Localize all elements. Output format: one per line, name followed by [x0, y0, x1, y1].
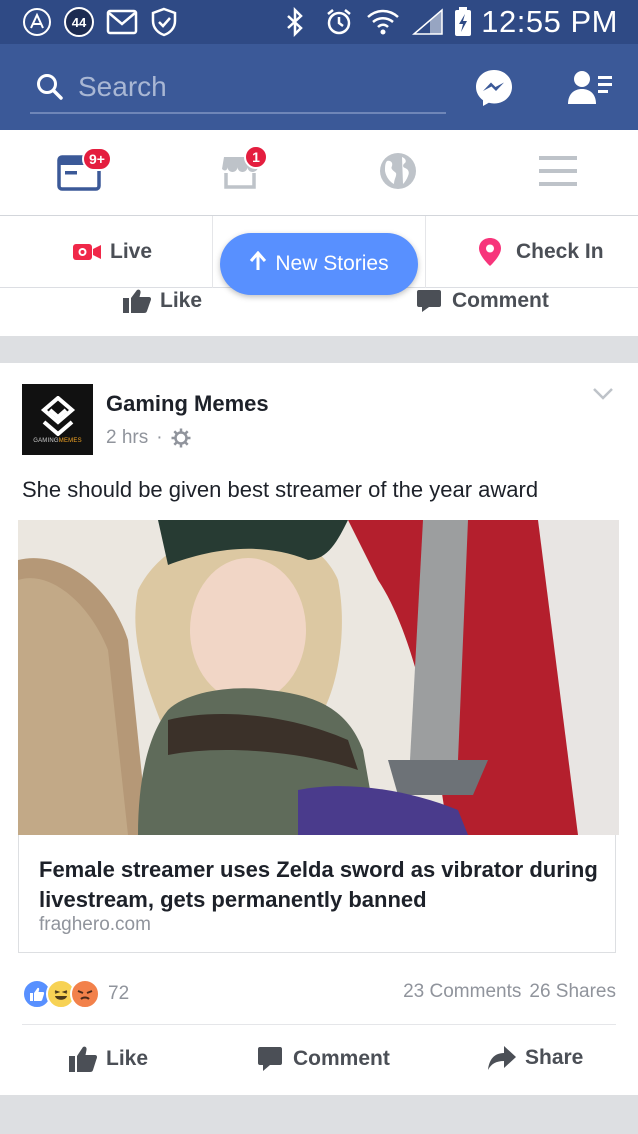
notification-count-icon: 44	[64, 6, 94, 38]
meta-separator: ·	[156, 427, 163, 448]
link-domain: fraghero.com	[39, 914, 151, 935]
engagement-counts: 23 Comments 26 Shares	[403, 981, 616, 1003]
public-gear-icon	[171, 428, 191, 448]
share-arrow-icon	[487, 1045, 517, 1071]
feed-post: GAMINGMEMES Gaming Memes 2 hrs · She sho…	[0, 363, 638, 1095]
globe-icon	[378, 151, 418, 196]
thumbs-up-icon	[122, 288, 152, 314]
live-video-icon	[72, 242, 102, 262]
tab-marketplace[interactable]: 1	[180, 130, 300, 216]
comment-label: Comment	[293, 1047, 390, 1070]
comment-button[interactable]: Comment	[257, 1045, 390, 1073]
composer-divider	[425, 216, 426, 288]
gmail-icon	[106, 6, 138, 38]
search-input[interactable]: Search	[30, 62, 446, 114]
check-in-label: Check In	[516, 240, 604, 263]
status-bar: 44 12:55 PM	[0, 0, 638, 44]
share-label: Share	[525, 1046, 584, 1069]
new-stories-label: New Stories	[275, 252, 389, 275]
tab-news-feed[interactable]: 9+	[20, 130, 140, 216]
page-avatar[interactable]: GAMINGMEMES	[22, 384, 93, 455]
location-pin-icon	[478, 237, 502, 267]
news-feed-badge: 9+	[82, 147, 112, 171]
marketplace-badge: 1	[244, 145, 268, 169]
live-label: Live	[110, 240, 153, 263]
tab-bar: 9+ 1	[0, 130, 638, 216]
previous-post-actions: Like Comment	[0, 288, 638, 336]
shares-count[interactable]: 26 Shares	[529, 981, 616, 1003]
previous-like-button[interactable]: Like	[122, 288, 202, 314]
gaming-memes-logo-icon	[38, 395, 78, 436]
comment-icon	[257, 1045, 283, 1073]
arrow-up-icon	[249, 250, 267, 277]
share-button[interactable]: Share	[487, 1045, 583, 1071]
status-time: 12:55 PM	[481, 4, 618, 39]
post-divider	[22, 1024, 616, 1025]
previous-comment-button[interactable]: Comment	[416, 288, 549, 314]
wifi-icon	[366, 6, 400, 38]
like-button[interactable]: Like	[68, 1045, 148, 1073]
shield-check-icon	[150, 6, 178, 38]
notification-count: 44	[64, 7, 94, 37]
check-in-button[interactable]: Check In	[478, 216, 604, 288]
page-name[interactable]: Gaming Memes	[106, 391, 269, 417]
chevron-down-icon[interactable]	[592, 387, 614, 406]
link-title: Female streamer uses Zelda sword as vibr…	[39, 857, 598, 912]
battery-charging-icon	[452, 6, 474, 38]
thumbs-up-icon	[68, 1045, 98, 1073]
android-notification-icon	[22, 6, 52, 38]
composer-divider	[212, 216, 213, 288]
search-icon	[36, 73, 64, 106]
new-stories-button[interactable]: New Stories	[220, 233, 418, 295]
angry-reaction-icon	[70, 979, 100, 1009]
messenger-icon[interactable]	[474, 68, 514, 113]
previous-comment-label: Comment	[452, 289, 549, 312]
search-placeholder: Search	[78, 71, 167, 102]
tab-menu[interactable]	[498, 130, 618, 216]
like-label: Like	[106, 1047, 149, 1070]
avatar-text: GAMINGMEMES	[33, 437, 82, 444]
post-image[interactable]	[18, 520, 619, 835]
comments-count[interactable]: 23 Comments	[403, 981, 521, 1003]
signal-icon	[412, 6, 444, 38]
post-meta: 2 hrs ·	[106, 427, 191, 449]
post-time[interactable]: 2 hrs	[106, 427, 148, 449]
reactions-summary[interactable]: 72	[22, 979, 129, 1009]
live-button[interactable]: Live	[72, 216, 152, 288]
post-text: She should be given best streamer of the…	[22, 477, 539, 502]
previous-like-label: Like	[160, 289, 203, 312]
comment-icon	[416, 288, 442, 314]
tab-notifications[interactable]	[338, 130, 458, 216]
hamburger-menu-icon	[538, 154, 578, 193]
alarm-icon	[324, 6, 354, 38]
link-preview[interactable]: Female streamer uses Zelda sword as vibr…	[18, 835, 616, 953]
reaction-count: 72	[108, 983, 130, 1004]
post-image-illustration	[18, 520, 619, 835]
friend-requests-icon[interactable]	[568, 70, 614, 111]
top-header: Search	[0, 44, 638, 130]
bluetooth-icon	[284, 6, 306, 38]
